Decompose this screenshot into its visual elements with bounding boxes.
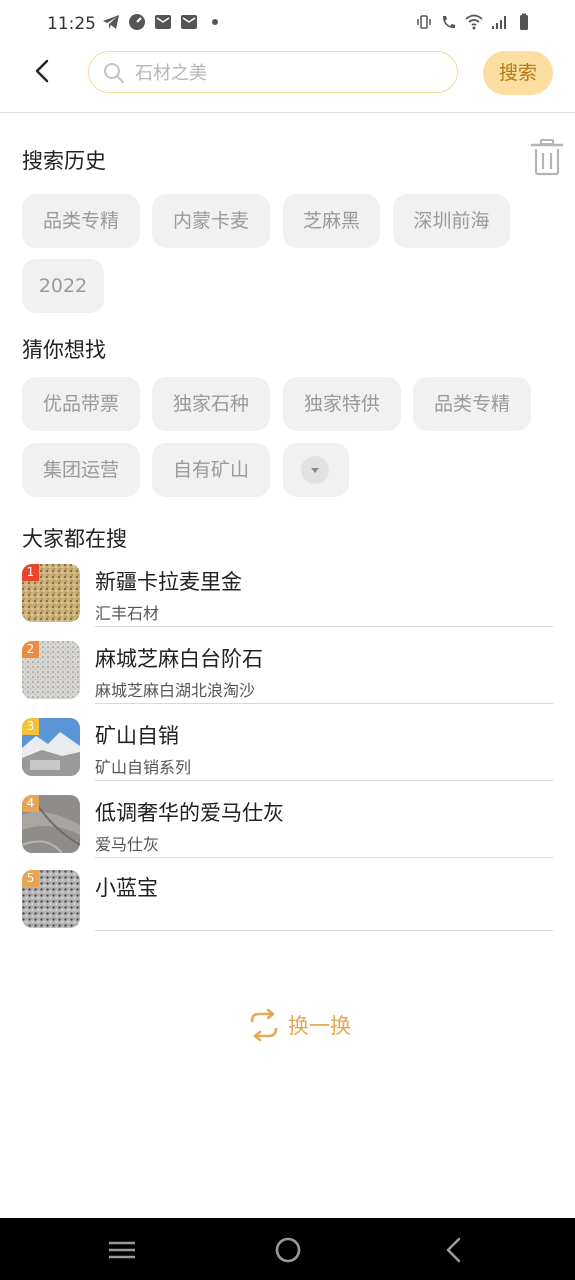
divider xyxy=(95,857,553,858)
history-title: 搜索历史 xyxy=(22,149,106,173)
hot-item-subtitle: 爱马仕灰 xyxy=(95,835,160,854)
refresh-icon xyxy=(250,1009,278,1041)
history-chip[interactable]: 品类专精 xyxy=(22,194,140,248)
hot-item-subtitle: 汇丰石材 xyxy=(95,604,160,623)
status-time: 11:25 xyxy=(47,14,96,34)
speed-icon xyxy=(129,14,145,30)
expand-more-button[interactable] xyxy=(283,443,349,497)
menu-icon[interactable] xyxy=(108,1236,136,1264)
history-chip[interactable]: 内蒙卡麦 xyxy=(152,194,270,248)
wifi-call-icon xyxy=(443,16,455,28)
hot-item-title: 小蓝宝 xyxy=(95,876,158,900)
hot-title: 大家都在搜 xyxy=(22,527,127,551)
home-icon[interactable] xyxy=(274,1236,302,1264)
search-input[interactable] xyxy=(133,58,437,88)
hot-item-subtitle: 麻城芝麻白湖北浪淘沙 xyxy=(95,681,256,700)
thumbnail-image: 4 xyxy=(22,795,80,853)
thumbnail-image: 5 xyxy=(22,870,80,928)
dot-icon xyxy=(212,19,218,25)
mail-icon xyxy=(155,15,171,29)
hot-list-item[interactable]: 2 麻城芝麻白台阶石 麻城芝麻白湖北浪淘沙 xyxy=(22,641,553,718)
telegram-icon xyxy=(103,15,119,29)
history-chip[interactable]: 2022 xyxy=(22,259,104,313)
hot-item-title: 矿山自销 xyxy=(95,724,179,748)
battery-icon xyxy=(520,13,528,30)
search-box[interactable] xyxy=(88,51,458,93)
guess-chip[interactable]: 优品带票 xyxy=(22,377,140,431)
notification-icons xyxy=(102,13,224,31)
refresh-button[interactable]: 换一换 xyxy=(246,1005,351,1045)
hot-item-title: 麻城芝麻白台阶石 xyxy=(95,647,263,671)
search-icon xyxy=(104,63,125,84)
search-button[interactable]: 搜索 xyxy=(483,51,553,95)
hot-item-title: 新疆卡拉麦里金 xyxy=(95,570,242,594)
chevron-down-icon xyxy=(311,468,319,473)
back-arrow-icon[interactable] xyxy=(30,58,56,84)
wifi-icon xyxy=(465,14,483,30)
thumbnail-image: 3 xyxy=(22,718,80,776)
signal-icon xyxy=(492,16,506,29)
rank-badge: 2 xyxy=(22,641,39,658)
guess-chip[interactable]: 自有矿山 xyxy=(152,443,270,497)
search-header: 搜索 xyxy=(0,46,575,113)
guess-chip[interactable]: 独家特供 xyxy=(283,377,401,431)
trash-icon[interactable] xyxy=(529,138,565,176)
refresh-label: 换一换 xyxy=(288,1014,351,1038)
guess-title: 猜你想找 xyxy=(22,338,106,362)
divider xyxy=(95,703,553,704)
hot-item-title: 低调奢华的爱马仕灰 xyxy=(95,801,284,825)
mail-icon xyxy=(181,15,197,29)
rank-badge: 3 xyxy=(22,718,39,735)
history-chip[interactable]: 深圳前海 xyxy=(393,194,510,248)
vibrate-icon xyxy=(417,15,431,29)
rank-badge: 4 xyxy=(22,795,39,812)
hot-list-item[interactable]: 3 矿山自销 矿山自销系列 xyxy=(22,718,553,795)
thumbnail-image: 1 xyxy=(22,564,80,622)
status-bar: 11:25 xyxy=(0,0,575,46)
hot-list-item[interactable]: 5 小蓝宝 xyxy=(22,870,553,947)
guess-chip[interactable]: 集团运营 xyxy=(22,443,140,497)
system-icons xyxy=(415,13,533,31)
hot-item-subtitle: 矿山自销系列 xyxy=(95,758,192,777)
rank-badge: 5 xyxy=(22,870,39,887)
guess-chip[interactable]: 独家石种 xyxy=(152,377,270,431)
hot-list-item[interactable]: 1 新疆卡拉麦里金 汇丰石材 xyxy=(22,564,553,641)
divider xyxy=(95,930,553,931)
history-chip[interactable]: 芝麻黑 xyxy=(283,194,380,248)
divider xyxy=(95,780,553,781)
system-nav-bar xyxy=(0,1218,575,1280)
back-icon[interactable] xyxy=(440,1236,468,1264)
guess-chip[interactable]: 品类专精 xyxy=(413,377,531,431)
rank-badge: 1 xyxy=(22,564,39,581)
hot-list-item[interactable]: 4 低调奢华的爱马仕灰 爱马仕灰 xyxy=(22,795,553,872)
thumbnail-image: 2 xyxy=(22,641,80,699)
divider xyxy=(95,626,553,627)
